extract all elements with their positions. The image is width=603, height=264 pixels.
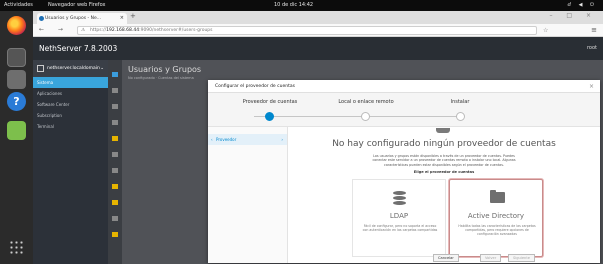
wizard-steps: Proveedor de cuentas Local o enlace remo…	[208, 93, 600, 127]
section-icon[interactable]	[112, 168, 118, 173]
page-title: Usuarios y Grupos	[128, 65, 202, 74]
url-bar[interactable]: ⚠ https://192.168.68.44:9090/nethserver#…	[77, 26, 537, 35]
sidebar-item-sistema[interactable]: Sistema	[33, 77, 108, 88]
chevron-down-icon: ⌄	[100, 66, 104, 71]
wizard-header: Configurar el proveedor de cuentas ×	[208, 80, 600, 93]
bookmark-icon[interactable]: ☆	[543, 27, 548, 34]
server-icon	[436, 128, 450, 133]
activities-button[interactable]: Actividades	[4, 0, 33, 11]
ldap-card[interactable]: LDAP Fácil de configurar, pero no soport…	[352, 179, 446, 257]
ldap-card-title: LDAP	[389, 212, 409, 220]
page-subtitle: No configurado · Cuentas del sistema	[128, 76, 194, 80]
sidebar-item-subscription[interactable]: Subscription	[33, 110, 108, 121]
server-icon	[37, 65, 44, 72]
new-tab-icon[interactable]: +	[130, 12, 136, 20]
url-prefix: https://	[90, 28, 107, 33]
sidebar-item-aplicaciones[interactable]: Aplicaciones	[33, 88, 108, 99]
step-2-label: Local o enlace remoto	[338, 99, 394, 105]
chevron-left-icon: ‹	[211, 137, 213, 142]
url-path: :9090/nethserver#/users-groups	[139, 28, 213, 33]
account-provider-wizard: Configurar el proveedor de cuentas × Pro…	[208, 80, 600, 263]
close-tab-icon[interactable]: ×	[120, 13, 124, 24]
cancel-button[interactable]: Cancelar	[433, 254, 459, 262]
close-icon[interactable]: ×	[589, 80, 594, 93]
step-connector	[254, 116, 462, 117]
tab-title: Usuarios y Grupos - Ne...	[45, 16, 102, 21]
software-icon[interactable]	[7, 121, 26, 140]
section-icon[interactable]	[112, 88, 118, 93]
wizard-nav-item-proveedor[interactable]: ‹ Proveedor ›	[208, 134, 287, 145]
help-icon[interactable]: ?	[7, 92, 26, 111]
step-1-label: Proveedor de cuentas	[242, 99, 298, 105]
app-menu[interactable]: Navegador web Firefox	[48, 0, 105, 11]
window-controls[interactable]: – □ ×	[549, 12, 597, 19]
wizard-nav-label: Proveedor	[216, 137, 237, 142]
section-icon-column	[108, 60, 122, 264]
active-directory-card-title: Active Directory	[467, 212, 525, 220]
dashboard-icon[interactable]	[112, 72, 118, 77]
next-button[interactable]: Siguiente	[508, 254, 535, 262]
terminal-icon[interactable]	[7, 48, 26, 67]
ldap-card-description: Fácil de configurar, pero no soporta el …	[362, 224, 438, 233]
dock: ?	[0, 11, 33, 264]
tab-favicon-icon	[39, 16, 44, 21]
nethserver-sidebar: nethserver.localdomain ⌄ Sistema Aplicac…	[33, 60, 108, 264]
folder-open-icon	[490, 190, 505, 203]
user-menu[interactable]: root	[587, 37, 597, 60]
active-directory-card-description: Habilita todas las características de la…	[458, 224, 536, 237]
database-icon	[393, 191, 406, 206]
step-2-dot	[361, 112, 370, 121]
main-area: Usuarios y Grupos No configurado · Cuent…	[108, 60, 603, 264]
tab-strip: Usuarios y Grupos - Ne... × + – □ ×	[33, 11, 603, 24]
browser-tab[interactable]: Usuarios y Grupos - Ne... ×	[37, 13, 127, 24]
gnome-top-bar: Actividades Navegador web Firefox 10 de …	[0, 0, 603, 11]
host-selector[interactable]: nethserver.localdomain ⌄	[33, 60, 108, 77]
section-icon[interactable]	[112, 152, 118, 157]
wizard-title: Configurar el proveedor de cuentas	[215, 84, 295, 89]
wizard-body: No hay configurado ningún proveedor de c…	[288, 127, 600, 263]
firefox-window: Usuarios y Grupos - Ne... × + – □ × ← → …	[33, 11, 603, 264]
firefox-icon[interactable]	[7, 16, 26, 35]
host-name: nethserver.localdomain	[47, 66, 100, 71]
section-icon[interactable]	[112, 232, 118, 237]
navigation-bar: ← → ↻ ⚠ https://192.168.68.44:9090/neths…	[33, 24, 603, 37]
provider-prompt: Elige el proveedor de cuentas	[413, 170, 475, 174]
wizard-nav: ‹ Proveedor ›	[208, 127, 288, 263]
section-icon[interactable]	[112, 120, 118, 125]
empty-state-description: Los usuarios y grupos están disponibles …	[372, 154, 516, 167]
chevron-right-icon: ›	[281, 137, 283, 142]
section-icon[interactable]	[112, 104, 118, 109]
desktop: Actividades Navegador web Firefox 10 de …	[0, 0, 603, 264]
product-title: NethServer 7.8.2003	[39, 44, 118, 53]
sidebar-item-software-center[interactable]: Software Center	[33, 99, 108, 110]
sidebar-item-terminal[interactable]: Terminal	[33, 121, 108, 132]
step-3-label: Instalar	[450, 99, 470, 105]
section-icon[interactable]	[112, 216, 118, 221]
empty-state-title: No hay configurado ningún proveedor de c…	[332, 139, 556, 149]
nethserver-header: NethServer 7.8.2003 root	[33, 37, 603, 60]
active-directory-card[interactable]: Active Directory Habilita todas las cara…	[449, 179, 543, 257]
clock[interactable]: 10 de dic 14:42	[274, 0, 313, 11]
hamburger-menu-icon[interactable]: ≡	[591, 26, 597, 34]
wizard-footer: Cancelar Volver Siguiente	[288, 254, 600, 263]
show-apps-icon[interactable]	[7, 238, 26, 257]
files-icon[interactable]	[7, 70, 26, 89]
section-icon[interactable]	[112, 200, 118, 205]
system-tray[interactable]: ⅆ ◀ ⏻	[567, 0, 597, 11]
section-icon[interactable]	[112, 184, 118, 189]
section-icon[interactable]	[112, 136, 118, 141]
step-3-dot	[456, 112, 465, 121]
step-1-dot	[265, 112, 274, 121]
url-host: 192.168.68.44	[106, 28, 140, 33]
lock-icon[interactable]: ⚠	[81, 27, 85, 35]
back-button[interactable]: Volver	[480, 254, 502, 262]
